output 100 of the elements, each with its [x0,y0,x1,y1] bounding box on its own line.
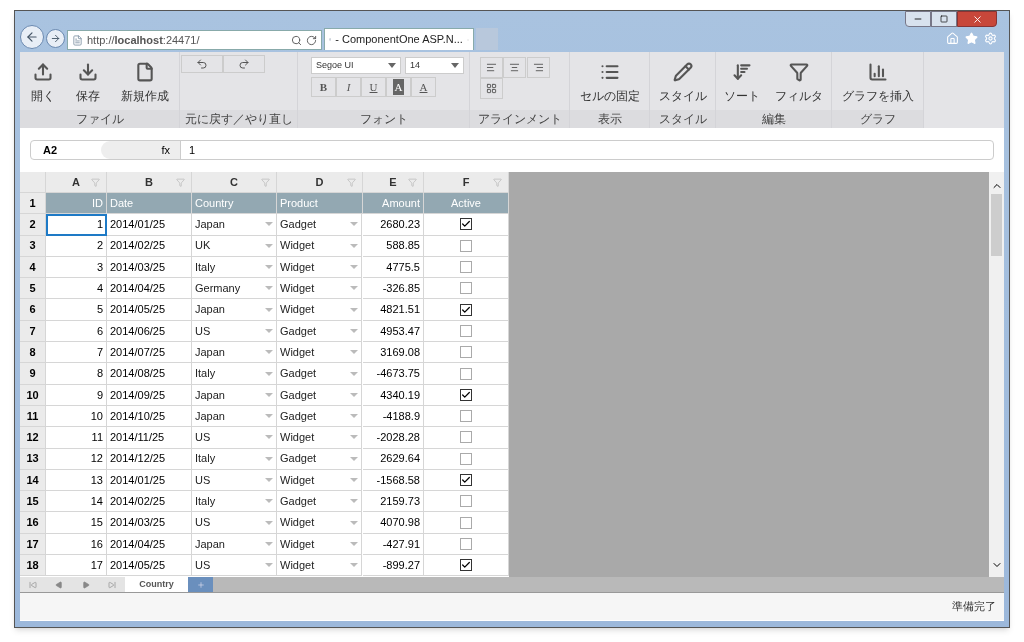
dropdown-cell[interactable]: Gadget [277,214,362,236]
last-sheet-icon[interactable] [107,580,116,589]
close-button[interactable] [957,11,997,27]
dropdown-cell[interactable]: Widget [277,427,362,449]
dropdown-cell[interactable]: Widget [277,278,362,300]
dropdown-cell[interactable]: Japan [192,299,277,321]
checkbox[interactable] [460,388,472,401]
dropdown-cell[interactable]: Italy [192,448,277,470]
checkbox[interactable] [460,303,472,316]
dropdown-cell[interactable]: US [192,469,277,492]
next-sheet-icon[interactable] [81,580,90,589]
sheet-tab[interactable]: Country [125,577,188,592]
dropdown-cell[interactable]: Italy [192,363,277,385]
dropdown-cell[interactable]: US [192,512,277,534]
font-size-dropdown[interactable]: 14 [405,57,464,74]
dropdown-cell[interactable]: Japan [192,342,277,364]
checkbox[interactable] [460,474,472,486]
checkbox[interactable] [460,239,472,252]
dropdown-cell[interactable]: Gadget [277,384,362,406]
dropdown-cell[interactable]: Japan [192,214,277,236]
filter-icon[interactable] [176,177,185,187]
font-style-button[interactable]: B [311,77,336,97]
dropdown-cell[interactable]: Gadget [277,491,362,513]
filter-icon[interactable] [347,177,356,187]
ribbon-button[interactable]: グラフを挿入 [837,62,918,105]
ribbon-button[interactable]: 保存 [71,62,104,105]
dropdown-cell[interactable]: Japan [192,384,277,406]
ribbon-button[interactable]: セルの固定 [575,62,644,105]
checkbox[interactable] [460,218,472,231]
align-button[interactable] [503,57,527,78]
minimize-button[interactable] [905,11,931,27]
dropdown-cell[interactable]: Italy [192,491,277,513]
checkbox[interactable] [460,537,472,550]
dropdown-cell[interactable]: Gadget [277,405,362,428]
maximize-button[interactable] [931,11,957,27]
dropdown-cell[interactable]: Widget [277,342,362,364]
dropdown-cell[interactable]: Italy [192,256,277,279]
table-cell: 4821.51 [363,299,424,321]
align-button[interactable] [480,78,503,99]
dropdown-cell[interactable]: US [192,555,277,577]
font-name-dropdown[interactable]: Segoe UI [311,57,401,74]
font-style-button[interactable]: A [386,77,411,97]
dropdown-cell[interactable]: US [192,427,277,449]
dropdown-cell[interactable]: Widget [277,469,362,492]
checkbox[interactable] [460,324,472,337]
checkbox[interactable] [460,559,472,572]
vertical-scrollbar[interactable] [989,172,1004,577]
checkbox[interactable] [460,367,472,380]
dropdown-cell[interactable]: Widget [277,299,362,321]
checkbox[interactable] [460,516,472,529]
checkbox[interactable] [460,346,472,359]
ribbon-button[interactable]: 開く [26,62,59,105]
dropdown-cell[interactable]: Gadget [277,363,362,385]
redo-button[interactable] [223,55,265,73]
table-cell: 4340.19 [363,384,424,406]
forward-button[interactable] [46,29,65,48]
font-style-button[interactable]: U [361,77,386,97]
dropdown-cell[interactable]: Gadget [277,448,362,470]
filter-icon[interactable] [408,177,417,187]
filter-icon[interactable] [261,177,270,187]
browser-tab[interactable]: - ComponentOne ASP.N... [324,28,474,50]
ribbon-button[interactable]: 新規作成 [116,62,173,105]
dropdown-cell[interactable]: Widget [277,533,362,556]
formula-input[interactable]: 1 [181,141,196,159]
checkbox[interactable] [460,431,472,444]
scroll-thumb[interactable] [991,194,1002,256]
checkbox[interactable] [460,282,472,295]
checkbox[interactable] [460,495,472,508]
star-icon[interactable] [965,32,978,45]
dropdown-cell[interactable]: Widget [277,256,362,279]
filter-icon[interactable] [493,177,502,187]
dropdown-cell[interactable]: Widget [277,555,362,577]
checkbox[interactable] [460,261,472,274]
settings-icon[interactable] [984,32,997,45]
filter-icon[interactable] [91,177,100,187]
dropdown-cell[interactable]: US [192,320,277,343]
home-icon[interactable] [946,32,959,45]
align-button[interactable] [526,57,550,78]
dropdown-cell[interactable]: Widget [277,235,362,257]
checkbox[interactable] [460,452,472,465]
align-button[interactable] [480,57,503,78]
ribbon-button[interactable]: スタイル [654,62,711,105]
first-sheet-icon[interactable] [29,580,38,589]
font-style-button[interactable]: A [411,77,436,97]
font-style-button[interactable]: I [336,77,361,97]
address-bar[interactable]: http://localhost:24471/ [67,30,322,50]
ribbon-button[interactable]: ソート [719,62,764,105]
dropdown-cell[interactable]: UK [192,235,277,257]
previous-sheet-icon[interactable] [55,580,64,589]
dropdown-cell[interactable]: Gadget [277,320,362,343]
checkbox[interactable] [460,410,472,423]
back-button[interactable] [20,25,44,49]
ribbon-button[interactable]: フィルタ [771,62,828,105]
dropdown-cell[interactable]: Widget [277,512,362,534]
dropdown-cell[interactable]: Japan [192,405,277,428]
dropdown-cell[interactable]: Japan [192,533,277,556]
table-cell: 15 [46,512,107,534]
undo-button[interactable] [181,55,223,73]
add-sheet-button[interactable] [188,577,213,592]
dropdown-cell[interactable]: Germany [192,278,277,300]
